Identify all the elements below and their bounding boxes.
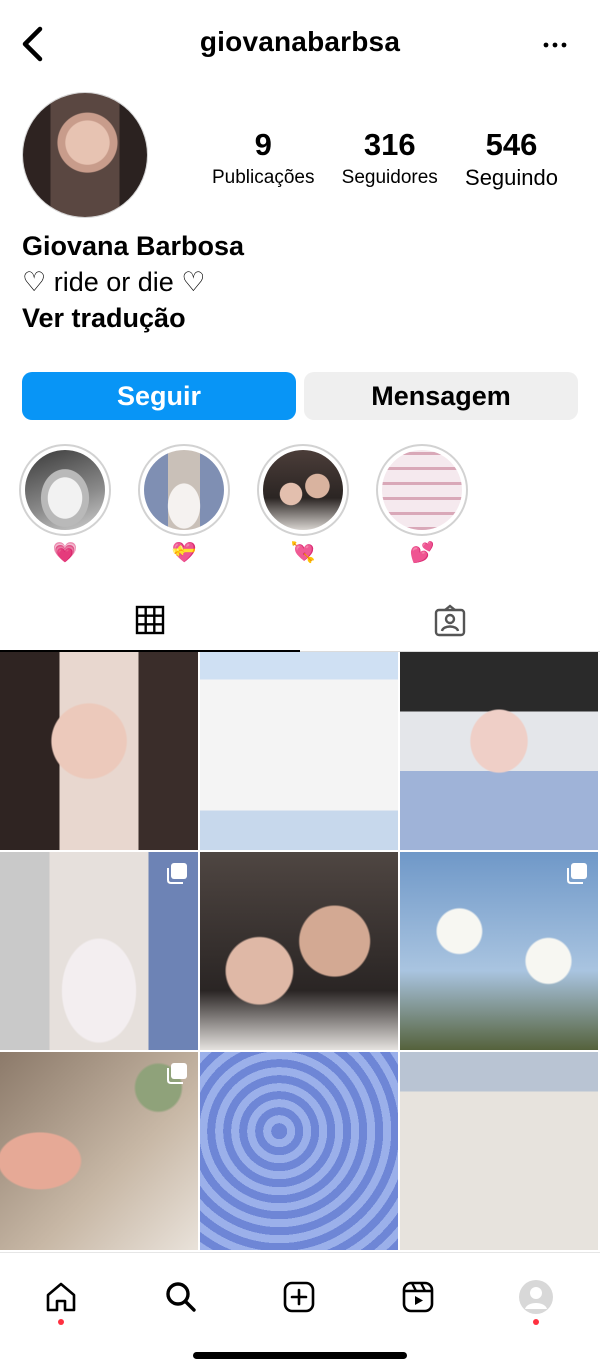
- follow-button[interactable]: Seguir: [22, 372, 296, 420]
- highlight-label: 💕: [409, 542, 435, 564]
- message-button[interactable]: Mensagem: [304, 372, 578, 420]
- highlight-cover-mirror: [144, 450, 224, 530]
- highlight-label: 💝: [171, 542, 197, 564]
- post-thumbnail[interactable]: [400, 852, 598, 1050]
- multiple-photos-icon: [167, 1063, 187, 1084]
- profile-tabs: [0, 590, 600, 652]
- post-thumbnail[interactable]: [0, 1052, 198, 1250]
- post-thumbnail[interactable]: [0, 852, 198, 1050]
- nav-reels-button[interactable]: [388, 1267, 448, 1327]
- post-thumbnail[interactable]: [0, 652, 198, 850]
- reels-icon: [402, 1281, 434, 1313]
- create-icon: [283, 1281, 315, 1313]
- stat-posts[interactable]: 9 Publicações: [212, 126, 314, 190]
- nav-create-button[interactable]: [269, 1267, 329, 1327]
- highlight-ring: [138, 444, 230, 536]
- profile-actions: Seguir Mensagem: [22, 372, 578, 420]
- profile-username: giovanabarbsa: [199, 26, 401, 57]
- highlight-ring: [257, 444, 349, 536]
- stat-followers-label: Seguidores: [341, 167, 438, 188]
- highlight-label: 💗: [52, 542, 78, 564]
- profile-avatar[interactable]: [22, 92, 148, 218]
- nav-profile-button[interactable]: [506, 1267, 566, 1327]
- home-indicator: [193, 1352, 407, 1359]
- profile-bio-text: ♡ ride or die ♡: [22, 267, 206, 297]
- profile-notification-dot: [533, 1319, 539, 1325]
- nav-home-button[interactable]: [31, 1267, 91, 1327]
- tagged-icon: [434, 603, 466, 636]
- stat-followers[interactable]: 316 Seguidores: [342, 126, 438, 190]
- more-options-button[interactable]: [538, 30, 572, 60]
- highlight-cover-keyboard: [382, 450, 462, 530]
- tab-posts-grid[interactable]: [0, 590, 300, 652]
- post-thumbnail[interactable]: [200, 1052, 398, 1250]
- highlight-ring: [19, 444, 111, 536]
- multiple-photos-icon: [567, 863, 587, 884]
- stat-following[interactable]: 546 Seguindo: [465, 126, 558, 190]
- profile-icon: [519, 1280, 553, 1314]
- highlight-cover-cat: [25, 450, 105, 530]
- nav-search-button[interactable]: [151, 1267, 211, 1327]
- more-horizontal-icon: [543, 42, 567, 48]
- post-thumbnail[interactable]: [400, 652, 598, 850]
- see-translation-link[interactable]: Ver tradução: [22, 300, 582, 336]
- stat-followers-count: 316: [363, 127, 416, 162]
- post-thumbnail[interactable]: [400, 1052, 598, 1250]
- profile-display-name: Giovana Barbosa: [22, 231, 245, 261]
- home-icon: [46, 1282, 76, 1312]
- highlight-item[interactable]: 💘: [257, 444, 349, 566]
- highlight-item[interactable]: 💗: [19, 444, 111, 566]
- post-thumbnail[interactable]: [200, 852, 398, 1050]
- post-thumbnail[interactable]: [200, 652, 398, 850]
- search-icon: [166, 1282, 196, 1312]
- top-bar: giovanabarbsa: [0, 0, 600, 90]
- story-highlights: 💗 💝 💘 💕: [0, 444, 600, 568]
- stat-following-label: Seguindo: [465, 165, 558, 190]
- posts-grid: [0, 652, 600, 1252]
- home-notification-dot: [58, 1319, 64, 1325]
- highlight-item[interactable]: 💕: [376, 444, 468, 566]
- tab-tagged[interactable]: [300, 590, 600, 652]
- stat-following-count: 546: [485, 127, 538, 162]
- profile-bio: Giovana Barbosa ♡ ride or die ♡ Ver trad…: [22, 228, 582, 336]
- highlight-cover-couple: [263, 450, 343, 530]
- stat-posts-label: Publicações: [212, 167, 315, 188]
- grid-icon: [135, 605, 165, 635]
- highlight-label: 💘: [290, 542, 316, 564]
- bottom-nav: [0, 1252, 600, 1365]
- highlight-item[interactable]: 💝: [138, 444, 230, 566]
- avatar-photo: [23, 93, 147, 217]
- stat-posts-count: 9: [254, 127, 272, 162]
- profile-stats: 9 Publicações 316 Seguidores 546 Seguind…: [212, 126, 558, 190]
- multiple-photos-icon: [167, 863, 187, 884]
- highlight-ring: [376, 444, 468, 536]
